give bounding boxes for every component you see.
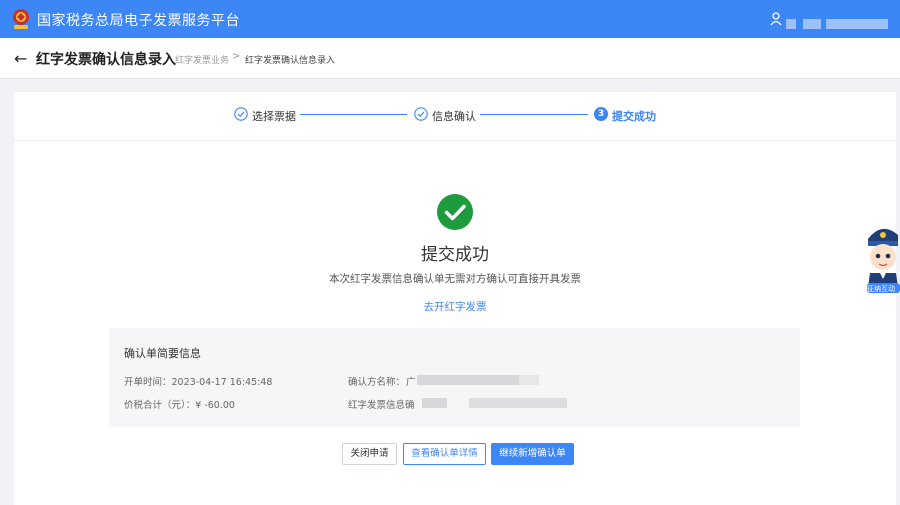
continue-add-confirmation-button[interactable]: 继续新增确认单 <box>491 443 574 465</box>
issue-red-invoice-link[interactable]: 去开红字发票 <box>14 299 896 314</box>
top-bar: 国家税务总局电子发票服务平台 <box>0 0 900 38</box>
redacted-user-info <box>803 19 821 29</box>
breadcrumb-item-red-invoice[interactable]: 红字发票业务 <box>175 53 229 66</box>
redacted-user-info <box>786 19 796 29</box>
breadcrumb-item-current: 红字发票确认信息录入 <box>245 56 336 66</box>
stepper: 选择票据 信息确认 3 提交成功 <box>14 92 896 141</box>
open-time: 开单时间：2023-04-17 16:45:48 <box>124 377 273 388</box>
check-circle-icon <box>414 107 428 121</box>
success-description: 本次红字发票信息确认单无需对方确认可直接开具发票 <box>329 273 581 285</box>
breadcrumb-separator: > <box>232 51 241 62</box>
step-number-badge: 3 <box>594 107 608 121</box>
redacted-invoice-info <box>422 398 447 408</box>
page-header: ← 红字发票确认信息录入 红字发票业务 > 红字发票确认信息录入 <box>0 38 900 79</box>
summary-title: 确认单简要信息 <box>124 347 201 360</box>
tax-emblem-logo <box>13 9 29 29</box>
close-application-button[interactable]: 关闭申请 <box>342 443 397 465</box>
total-amount: 价税合计（元）：¥ -60.00 <box>124 400 235 411</box>
view-confirmation-details-button[interactable]: 查看确认单详情 <box>403 443 486 465</box>
success-check-icon <box>437 194 473 230</box>
redacted-user-info <box>826 19 888 29</box>
main-card: 选择票据 信息确认 3 提交成功 提交成功 本次红字发票信息确认单无需对方确认可… <box>14 92 896 505</box>
step-connector <box>480 114 588 115</box>
confirm-party-prefix: 广 <box>406 377 416 388</box>
assistant-label[interactable]: 征纳互动 <box>867 284 900 294</box>
step-confirm-info: 信息确认 <box>432 110 476 123</box>
back-arrow-icon[interactable]: ← <box>14 49 27 68</box>
red-invoice-info-label: 红字发票信息确 <box>348 400 415 411</box>
step-select-invoice: 选择票据 <box>252 110 296 123</box>
summary-panel: 确认单简要信息 开单时间：2023-04-17 16:45:48 价税合计（元）… <box>109 328 800 427</box>
success-title: 提交成功 <box>421 245 489 265</box>
page-title: 红字发票确认信息录入 <box>36 52 176 68</box>
redacted-invoice-info <box>469 398 567 408</box>
confirm-party-label: 确认方名称： <box>348 377 406 388</box>
redacted-party-name <box>417 375 519 385</box>
app-title: 国家税务总局电子发票服务平台 <box>37 13 240 29</box>
check-circle-icon <box>234 107 248 121</box>
user-icon[interactable] <box>770 12 782 26</box>
step-submit-success: 提交成功 <box>612 110 656 123</box>
redacted-party-name <box>519 375 539 385</box>
step-connector <box>300 114 407 115</box>
